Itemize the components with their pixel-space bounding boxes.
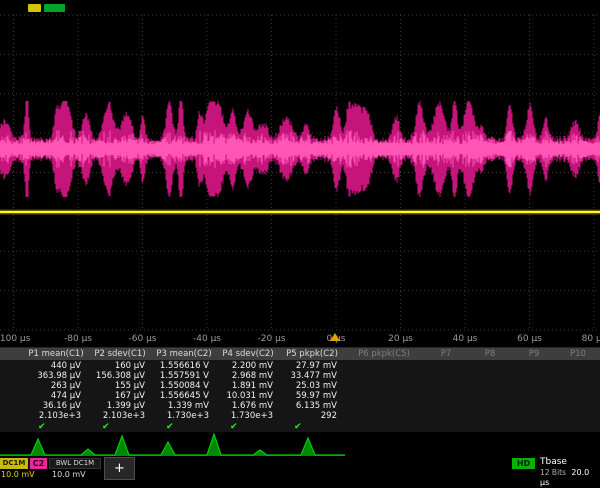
- hd-badge: HD: [512, 458, 535, 469]
- timebase-descriptor-button[interactable]: Tbase 12 Bits 20.0 µs: [540, 457, 600, 480]
- c1-descriptor-button[interactable]: DC1M: [0, 458, 28, 469]
- timebase-label: Tbase: [540, 457, 600, 468]
- oscilloscope-screen: -100 µs-80 µs-60 µs-40 µs-20 µs0 µs20 µs…: [0, 0, 600, 480]
- channel-descriptor-bar: DC1M 10.0 mV C2 BWL DC1M 10.0 mV + HD Tb…: [0, 457, 600, 480]
- c2-coupling-readout[interactable]: BWL DC1M: [49, 458, 101, 469]
- c2-scale-readout: 10.0 mV: [52, 470, 86, 479]
- timebase-bits-readout: 12 Bits: [540, 468, 566, 477]
- c2-descriptor-button[interactable]: C2: [30, 458, 47, 469]
- crosshair-button[interactable]: +: [104, 457, 135, 480]
- c1-scale-readout: 10.0 mV: [1, 470, 35, 479]
- trend-trace: [0, 0, 600, 480]
- trigger-position-icon[interactable]: [330, 333, 340, 341]
